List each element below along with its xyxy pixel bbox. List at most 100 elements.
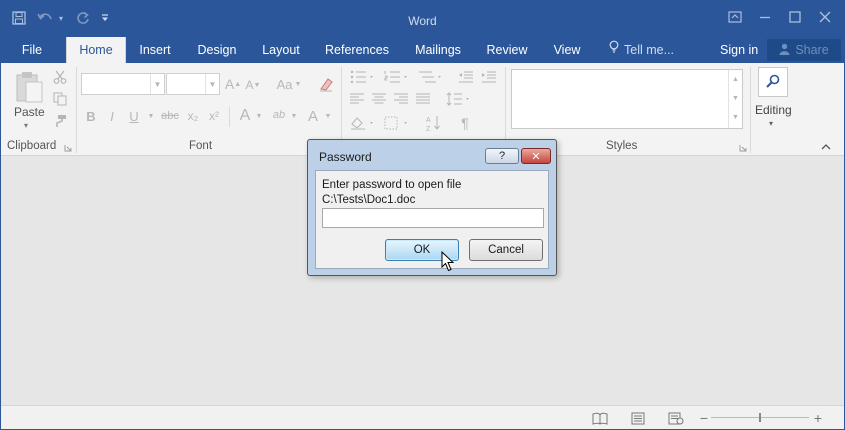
styles-gallery[interactable]: ▲ ▼ ▼ xyxy=(511,69,743,129)
ribbon-tabs: File Home Insert Design Layout Reference… xyxy=(1,37,844,63)
font-name-combo[interactable]: ▼ xyxy=(81,73,165,95)
minimize-icon[interactable] xyxy=(750,5,780,29)
separator xyxy=(76,67,77,153)
styles-launcher-icon[interactable] xyxy=(738,143,748,153)
close-icon: ✕ xyxy=(531,150,541,163)
tab-insert[interactable]: Insert xyxy=(134,37,176,63)
multilevel-list-icon[interactable] xyxy=(417,69,445,85)
align-center-icon[interactable] xyxy=(371,91,387,107)
dialog-close-button[interactable]: ✕ xyxy=(521,148,551,164)
increase-indent-icon[interactable] xyxy=(480,69,498,85)
highlight-button[interactable]: ab xyxy=(269,105,289,125)
read-mode-icon[interactable] xyxy=(591,410,609,426)
collapse-ribbon-icon[interactable] xyxy=(819,141,833,153)
tab-file[interactable]: File xyxy=(11,37,53,63)
svg-text:A: A xyxy=(426,117,431,124)
tab-design[interactable]: Design xyxy=(193,37,241,63)
share-button[interactable]: Share xyxy=(767,39,841,61)
tab-home[interactable]: Home xyxy=(66,37,126,63)
search-icon xyxy=(766,74,780,91)
subscript-button[interactable]: x₂ xyxy=(185,107,201,125)
web-layout-icon[interactable] xyxy=(667,410,685,426)
font-group-label: Font xyxy=(189,140,213,152)
cut-icon[interactable] xyxy=(52,69,68,85)
dialog-body: Enter password to open file C:\Tests\Doc… xyxy=(315,170,549,269)
file-path: C:\Tests\Doc1.doc xyxy=(322,194,416,206)
editing-dropdown-icon[interactable]: ▾ xyxy=(769,119,773,128)
chevron-up-icon[interactable]: ▲ xyxy=(729,70,742,89)
numbering-icon[interactable] xyxy=(383,69,411,85)
bold-button[interactable]: B xyxy=(84,107,98,125)
decrease-indent-icon[interactable] xyxy=(457,69,475,85)
window-title: Word xyxy=(408,14,437,28)
justify-icon[interactable] xyxy=(415,91,431,107)
superscript-button[interactable]: x² xyxy=(206,107,222,125)
text-effects-button[interactable]: A xyxy=(236,106,254,126)
prompt-text: Enter password to open file xyxy=(322,179,462,191)
clear-formatting-icon[interactable] xyxy=(317,75,335,93)
maximize-icon[interactable] xyxy=(780,5,810,29)
window-controls xyxy=(720,5,840,29)
chevron-down-icon[interactable]: ▼ xyxy=(729,89,742,108)
clipboard-group-label: Clipboard xyxy=(7,140,57,152)
strikethrough-button[interactable]: abc xyxy=(159,107,181,125)
change-case-button[interactable]: Aa ▼ xyxy=(273,75,305,93)
ribbon-display-options-icon[interactable] xyxy=(720,5,750,29)
chevron-down-icon[interactable]: ▼ xyxy=(205,74,219,94)
paste-dropdown-icon[interactable]: ▾ xyxy=(24,121,28,130)
sign-in-link[interactable]: Sign in xyxy=(720,37,758,64)
dialog-prompt: Enter password to open file C:\Tests\Doc… xyxy=(322,178,461,208)
align-right-icon[interactable] xyxy=(393,91,409,107)
italic-button[interactable]: I xyxy=(105,107,119,125)
share-label: Share xyxy=(795,43,829,57)
dialog-title: Password xyxy=(319,150,372,164)
copy-icon[interactable] xyxy=(52,91,68,107)
font-color-button[interactable]: A xyxy=(305,106,321,126)
editing-label[interactable]: Editing xyxy=(755,103,792,117)
clipboard-launcher-icon[interactable] xyxy=(63,143,73,153)
status-bar: − + xyxy=(1,405,844,429)
mouse-cursor-icon xyxy=(441,250,455,275)
title-bar: ▾ Word xyxy=(1,1,844,37)
text-effects-dropdown-icon[interactable]: ▼ xyxy=(254,107,264,125)
cancel-button[interactable]: Cancel xyxy=(469,239,543,261)
pilcrow-icon[interactable]: ¶ xyxy=(457,113,473,133)
shrink-font-icon[interactable]: A ▼ xyxy=(245,76,261,94)
tab-review[interactable]: Review xyxy=(484,37,530,63)
print-layout-icon[interactable] xyxy=(629,410,647,426)
password-input[interactable] xyxy=(322,208,544,228)
underline-dropdown-icon[interactable]: ▼ xyxy=(146,107,156,125)
help-button[interactable]: ? xyxy=(485,148,519,164)
bullets-icon[interactable] xyxy=(349,69,377,85)
paste-clipboard-icon[interactable] xyxy=(13,69,45,105)
line-spacing-icon[interactable] xyxy=(445,91,473,107)
shading-icon[interactable] xyxy=(349,115,377,131)
underline-button[interactable]: U xyxy=(127,107,141,125)
grow-font-icon[interactable]: A ▲ xyxy=(225,75,241,93)
zoom-in-icon[interactable]: + xyxy=(811,410,825,426)
zoom-slider-thumb[interactable] xyxy=(759,413,761,422)
person-icon xyxy=(779,43,790,58)
tab-mailings[interactable]: Mailings xyxy=(408,37,468,63)
tell-me-box[interactable]: Tell me... xyxy=(609,37,674,63)
align-left-icon[interactable] xyxy=(349,91,365,107)
close-icon[interactable] xyxy=(810,5,840,29)
svg-text:Z: Z xyxy=(426,126,431,132)
lightbulb-icon xyxy=(609,37,619,64)
highlight-dropdown-icon[interactable]: ▼ xyxy=(289,107,299,125)
tab-layout[interactable]: Layout xyxy=(257,37,305,63)
styles-scroll: ▲ ▼ ▼ xyxy=(728,70,742,128)
more-styles-icon[interactable]: ▼ xyxy=(729,108,742,127)
chevron-down-icon[interactable]: ▼ xyxy=(150,74,164,94)
format-painter-icon[interactable] xyxy=(52,113,68,129)
paste-label[interactable]: Paste xyxy=(14,105,45,119)
borders-icon[interactable] xyxy=(383,115,411,131)
separator xyxy=(750,67,751,153)
font-size-combo[interactable]: ▼ xyxy=(166,73,220,95)
font-color-dropdown-icon[interactable]: ▼ xyxy=(323,107,333,125)
tab-view[interactable]: View xyxy=(549,37,585,63)
tab-references[interactable]: References xyxy=(323,37,391,63)
zoom-out-icon[interactable]: − xyxy=(698,410,710,426)
editing-button[interactable] xyxy=(758,67,788,97)
sort-icon[interactable]: AZ xyxy=(425,113,443,133)
